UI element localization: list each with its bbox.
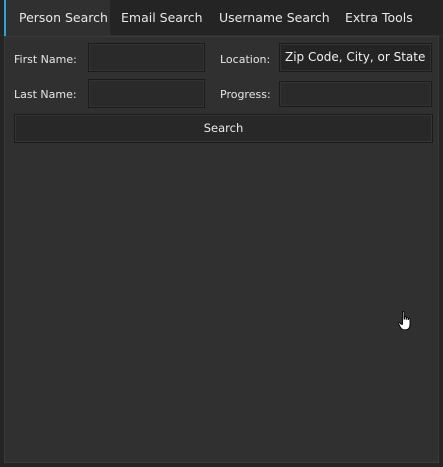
tab-bar: Person Search Email Search Username Sear… — [0, 0, 443, 36]
first-name-field[interactable] — [88, 43, 205, 72]
progress-label: Progress: — [220, 88, 271, 101]
tab-username-search[interactable]: Username Search — [219, 0, 330, 36]
tab-email-search[interactable]: Email Search — [121, 0, 203, 36]
tab-label: Person Search — [19, 10, 108, 25]
first-name-label: First Name: — [14, 53, 77, 66]
tab-extra-tools[interactable]: Extra Tools — [345, 0, 413, 36]
tab-label: Username Search — [219, 10, 330, 25]
tab-label: Email Search — [121, 10, 203, 25]
app-window: Person Search Email Search Username Sear… — [0, 0, 443, 467]
last-name-field[interactable] — [88, 79, 205, 108]
tab-label: Extra Tools — [345, 10, 413, 25]
search-button[interactable]: Search — [14, 114, 433, 143]
location-field[interactable]: Zip Code, City, or State — [279, 43, 432, 72]
hand-pointer-icon — [398, 311, 411, 331]
person-search-panel: First Name: Location: Zip Code, City, or… — [4, 36, 439, 463]
progress-field — [279, 81, 432, 107]
last-name-label: Last Name: — [14, 88, 77, 101]
location-label: Location: — [220, 53, 271, 66]
active-tab-indicator — [4, 0, 6, 36]
tab-person-search[interactable]: Person Search — [4, 0, 110, 36]
